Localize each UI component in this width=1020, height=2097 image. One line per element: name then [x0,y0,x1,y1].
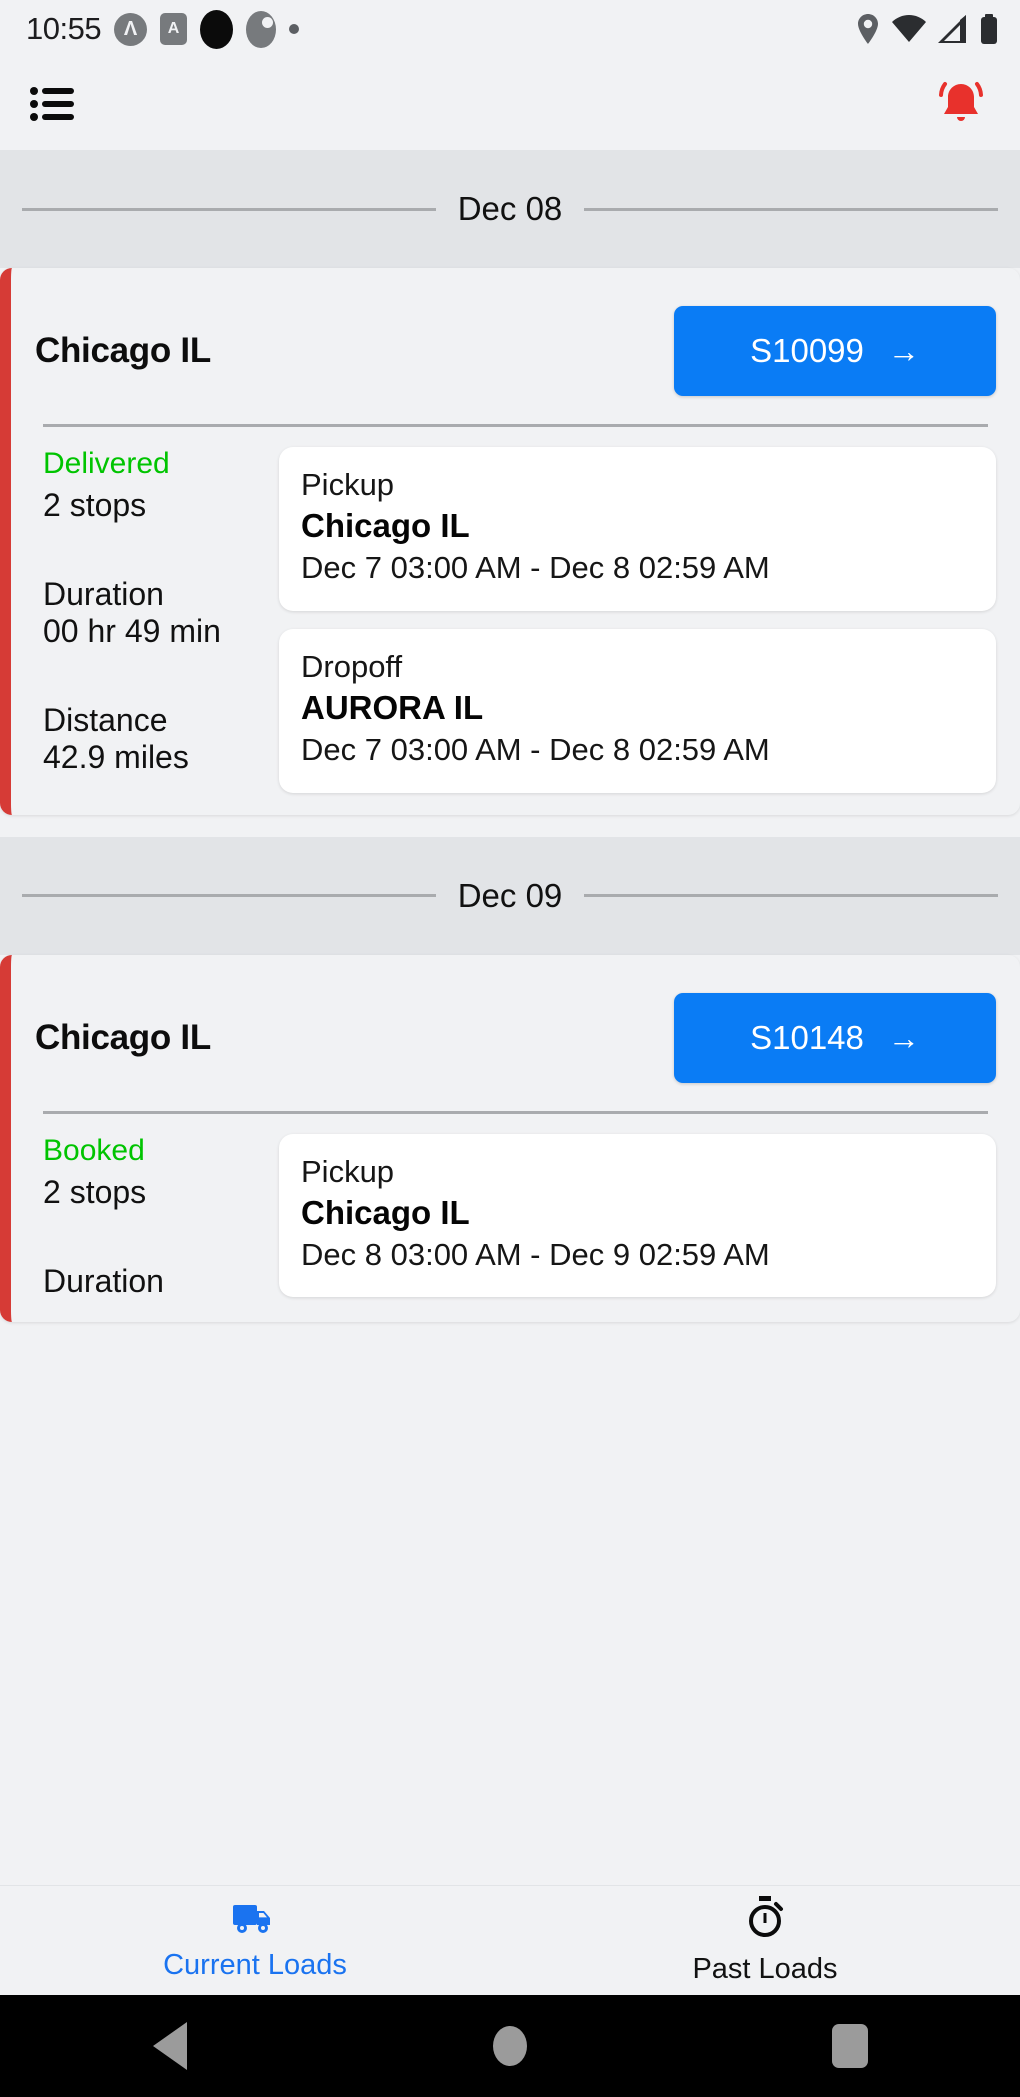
stop-card[interactable]: Pickup Chicago IL Dec 8 03:00 AM - Dec 9… [279,1133,996,1298]
duration-label: Duration [43,1262,164,1299]
arrow-right-icon: → [887,1019,920,1056]
load-card[interactable]: Chicago IL S10099 → Delivered 2 stops Du… [0,268,1020,815]
back-triangle-icon[interactable] [125,2001,215,2091]
load-card-header: Chicago IL S10099 → [35,296,996,406]
distance-value: 42.9 miles [43,739,189,775]
load-card-body: Delivered 2 stops Duration 00 hr 49 min … [35,447,996,793]
stop-card[interactable]: Dropoff AURORA IL Dec 7 03:00 AM - Dec 8… [279,628,996,793]
status-badge: Delivered [43,447,170,480]
status-bar-right [856,13,998,45]
tab-past-loads-label: Past Loads [692,1952,838,1985]
duration-label: Duration [43,576,164,612]
stops-count: 2 stops [43,1173,147,1210]
home-circle-icon[interactable] [465,2001,555,2091]
card-divider [43,424,988,427]
load-origin-city: Chicago IL [35,1017,211,1057]
tab-current-loads[interactable]: Current Loads [0,1900,510,1982]
wifi-icon [892,15,926,43]
stopwatch-icon [744,1895,786,1945]
status-bar-left: 10:55 Λ A [26,9,300,49]
app-bar [0,58,1020,150]
divider-line-left [22,207,436,211]
distance-label: Distance [43,702,168,738]
date-label: Dec 08 [457,190,563,227]
stop-type: Dropoff [301,648,403,684]
load-card-header: Chicago IL S10148 → [35,983,996,1093]
stop-card[interactable]: Pickup Chicago IL Dec 7 03:00 AM - Dec 8… [279,447,996,611]
circle-a-icon: Λ [114,12,148,46]
recent-square-icon[interactable] [805,2001,895,2091]
duration-group: Duration [43,1263,263,1300]
shipment-id-label: S10148 [750,1018,864,1056]
shipment-id-button[interactable]: S10148 → [674,992,996,1083]
arrow-right-icon: → [887,333,920,369]
tab-current-loads-label: Current Loads [163,1948,347,1981]
stop-time-window: Dec 8 03:00 AM - Dec 9 02:59 AM [301,1236,770,1272]
stop-type: Pickup [301,1153,395,1189]
half-circle-icon [246,10,277,48]
load-meta-column: Delivered 2 stops Duration 00 hr 49 min … [35,447,263,793]
date-divider: Dec 08 [0,150,1020,268]
black-dot-icon [200,9,234,49]
load-meta-column: Booked 2 stops Duration [35,1134,263,1300]
load-card[interactable]: Chicago IL S10148 → Booked 2 stops Durat… [0,954,1020,1322]
card-divider [43,1110,988,1114]
stop-city: AURORA IL [301,688,484,726]
square-a-icon: A [160,13,188,45]
loads-list[interactable]: Dec 08 Chicago IL S10099 → Delivered 2 s… [0,150,1020,1885]
location-pin-icon [856,13,880,45]
status-bar: 10:55 Λ A [0,0,1020,58]
list-menu-icon[interactable] [26,76,82,132]
android-system-nav [0,1995,1020,2097]
cellular-signal-icon [938,15,968,43]
stop-time-window: Dec 7 03:00 AM - Dec 8 02:59 AM [301,550,770,585]
date-label: Dec 09 [457,876,563,914]
status-badge: Booked [43,1133,145,1167]
battery-icon [980,14,998,44]
stops-column: Pickup Chicago IL Dec 8 03:00 AM - Dec 9… [279,1133,996,1300]
shipment-id-button[interactable]: S10099 → [674,306,996,396]
tab-past-loads[interactable]: Past Loads [510,1895,1020,1986]
stop-type: Pickup [301,467,395,502]
duration-value: 00 hr 49 min [43,613,221,649]
stops-count: 2 stops [43,487,147,523]
shipment-id-label: S10099 [750,332,864,369]
load-origin-city: Chicago IL [35,331,211,370]
tiny-dot-icon [289,24,300,34]
truck-icon [232,1900,278,1941]
divider-line-left [22,894,436,898]
stop-city: Chicago IL [301,507,470,544]
stop-time-window: Dec 7 03:00 AM - Dec 8 02:59 AM [301,731,770,767]
bottom-navigation: Current Loads Past Loads [0,1885,1020,1995]
section-gap [0,814,1020,837]
status-time: 10:55 [26,11,102,46]
stops-column: Pickup Chicago IL Dec 7 03:00 AM - Dec 8… [279,447,996,793]
load-card-body: Booked 2 stops Duration Pickup Chicago I… [35,1133,996,1300]
duration-group: Duration 00 hr 49 min [43,576,263,650]
divider-line-right [584,894,998,898]
bell-icon[interactable] [930,73,992,135]
distance-group: Distance 42.9 miles [43,702,263,776]
app-screen: 10:55 Λ A Dec 08 Chicago IL S10099 → Del… [0,0,1020,2097]
stop-city: Chicago IL [301,1193,470,1231]
divider-line-right [584,207,998,211]
date-divider: Dec 09 [0,836,1020,955]
